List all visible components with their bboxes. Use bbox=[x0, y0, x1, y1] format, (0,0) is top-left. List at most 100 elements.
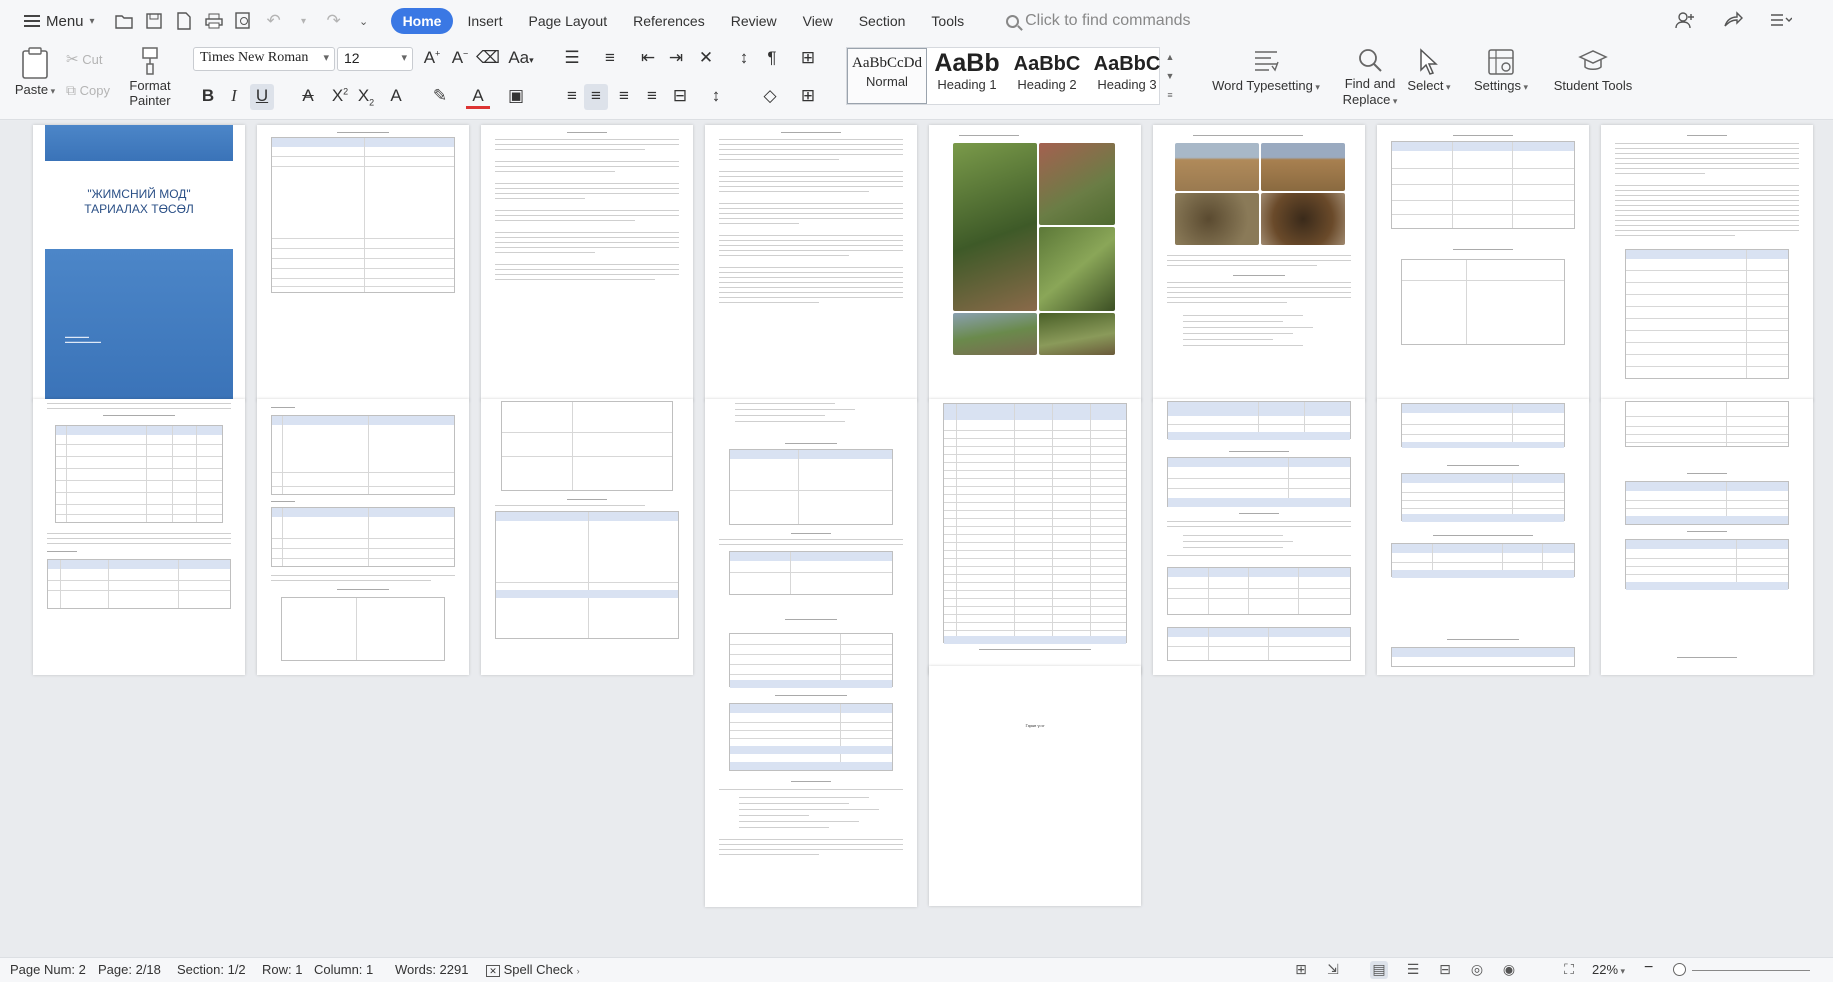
borders-icon[interactable]: ⊞ bbox=[796, 86, 820, 106]
print-preview-icon[interactable] bbox=[231, 8, 257, 34]
open-folder-icon[interactable] bbox=[111, 8, 137, 34]
outline-icon[interactable]: ⊞ bbox=[1292, 961, 1310, 979]
format-painter-button[interactable]: Format Painter bbox=[124, 46, 176, 108]
strikethrough-icon[interactable]: A bbox=[296, 86, 320, 106]
tab-references[interactable]: References bbox=[621, 8, 717, 34]
page-11[interactable] bbox=[481, 399, 693, 675]
numbering-icon[interactable]: ≡ bbox=[598, 48, 622, 68]
bullets-icon[interactable]: ☰ bbox=[560, 48, 584, 68]
page-14[interactable] bbox=[1153, 399, 1365, 675]
underline-icon[interactable]: U bbox=[250, 84, 274, 110]
page-5-photos[interactable] bbox=[929, 125, 1141, 401]
align-center-icon[interactable]: ≡ bbox=[584, 84, 608, 110]
word-typesetting-button[interactable]: Word Typesetting ▾ bbox=[1204, 48, 1328, 93]
eye-protection-icon[interactable]: ◉ bbox=[1500, 961, 1518, 979]
page-12[interactable] bbox=[705, 399, 917, 907]
font-color-icon[interactable]: A bbox=[466, 86, 490, 109]
character-border-icon[interactable]: ▣ bbox=[504, 86, 528, 106]
tab-home[interactable]: Home bbox=[390, 8, 454, 34]
clear-format-icon[interactable]: ⌫ bbox=[476, 48, 500, 68]
document-area[interactable]: "ЖИМСНИЙ МОД" ТАРИАЛАХ ТӨСӨЛ ▬▬▬▬▬▬ ▬▬▬▬▬… bbox=[0, 121, 1833, 957]
shrink-font-icon[interactable]: A− bbox=[448, 48, 472, 68]
export-pdf-icon[interactable] bbox=[171, 8, 197, 34]
add-user-icon[interactable] bbox=[1673, 8, 1697, 32]
command-search[interactable]: Click to find commands bbox=[1006, 12, 1190, 30]
page-7[interactable] bbox=[1377, 125, 1589, 401]
spell-check-status[interactable]: ✕ Spell Check › bbox=[486, 962, 580, 977]
web-view-icon[interactable]: ◎ bbox=[1468, 961, 1486, 979]
fit-page-icon[interactable]: ⛶ bbox=[1560, 961, 1578, 979]
justify-icon[interactable]: ≡ bbox=[640, 86, 664, 106]
align-left-icon[interactable]: ≡ bbox=[560, 86, 584, 106]
page-16[interactable] bbox=[1601, 399, 1813, 675]
word-count-status[interactable]: Words: 2291 bbox=[395, 962, 468, 977]
copy-button[interactable]: ⧉ Copy bbox=[66, 82, 110, 99]
superscript-icon[interactable]: X2 bbox=[328, 86, 352, 106]
tab-tools[interactable]: Tools bbox=[919, 8, 976, 34]
paragraph-settings-icon[interactable]: ⊞ bbox=[796, 48, 820, 68]
tab-review[interactable]: Review bbox=[719, 8, 789, 34]
font-name-select[interactable]: Times New Roman bbox=[193, 47, 335, 71]
page-9[interactable] bbox=[33, 399, 245, 675]
page-3[interactable] bbox=[481, 125, 693, 401]
page-4[interactable] bbox=[705, 125, 917, 401]
web-layout-icon[interactable]: ⇲ bbox=[1324, 961, 1342, 979]
decrease-indent-icon[interactable]: ⇤ bbox=[636, 48, 660, 68]
styles-scroll[interactable]: ▲ ▼ ≡ bbox=[1162, 47, 1178, 105]
align-right-icon[interactable]: ≡ bbox=[612, 86, 636, 106]
bold-icon[interactable]: B bbox=[196, 86, 220, 106]
page-15[interactable] bbox=[1377, 399, 1589, 675]
page-13[interactable] bbox=[929, 399, 1141, 675]
change-case-icon[interactable]: Aa▾ bbox=[506, 48, 536, 68]
settings-button[interactable]: Settings ▾ bbox=[1466, 48, 1536, 93]
page-6-photos[interactable] bbox=[1153, 125, 1365, 401]
find-replace-button[interactable]: Find and Replace ▾ bbox=[1338, 46, 1402, 109]
tab-view[interactable]: View bbox=[791, 8, 845, 34]
grow-font-icon[interactable]: A+ bbox=[420, 48, 444, 68]
italic-icon[interactable]: I bbox=[222, 86, 246, 106]
style-heading-2[interactable]: AaBbC Heading 2 bbox=[1007, 48, 1087, 104]
page-num-status[interactable]: Page Num: 2 bbox=[10, 962, 86, 977]
paste-button[interactable]: Paste ▾ bbox=[12, 46, 58, 97]
line-spacing-icon[interactable]: ↕ bbox=[704, 86, 728, 106]
redo-icon[interactable]: ↷ bbox=[321, 8, 347, 34]
style-heading-1[interactable]: AaBb Heading 1 bbox=[927, 48, 1007, 104]
main-menu-button[interactable]: Menu ▾ bbox=[18, 7, 101, 35]
page-8[interactable] bbox=[1601, 125, 1813, 401]
more-options-icon[interactable] bbox=[1769, 8, 1793, 32]
student-tools-button[interactable]: Student Tools bbox=[1546, 48, 1640, 93]
save-icon[interactable] bbox=[141, 8, 167, 34]
undo-icon[interactable]: ↶ bbox=[261, 8, 287, 34]
outline-view-icon[interactable]: ☰ bbox=[1404, 961, 1422, 979]
text-effect-icon[interactable]: A bbox=[384, 86, 408, 106]
expand-styles-icon[interactable]: ≡ bbox=[1167, 90, 1172, 100]
page-status[interactable]: Page: 2/18 bbox=[98, 962, 161, 977]
zoom-out-icon[interactable]: − bbox=[1644, 959, 1653, 977]
subscript-icon[interactable]: X2 bbox=[354, 86, 378, 107]
tab-insert[interactable]: Insert bbox=[455, 8, 514, 34]
highlight-icon[interactable]: ✎ bbox=[428, 86, 452, 106]
font-size-select[interactable]: 12 bbox=[337, 47, 413, 71]
sort-icon[interactable]: ↕ bbox=[732, 48, 756, 68]
zoom-level[interactable]: 22% ▾ bbox=[1592, 962, 1625, 977]
page-10[interactable] bbox=[257, 399, 469, 675]
show-marks-icon[interactable]: ¶ bbox=[760, 48, 784, 68]
page-1-cover[interactable]: "ЖИМСНИЙ МОД" ТАРИАЛАХ ТӨСӨЛ ▬▬▬▬▬▬ ▬▬▬▬▬… bbox=[33, 125, 245, 401]
undo-dropdown-icon[interactable]: ▾ bbox=[291, 8, 317, 34]
reading-mode-icon[interactable]: ⊟ bbox=[1436, 961, 1454, 979]
zoom-slider-handle[interactable] bbox=[1673, 963, 1686, 976]
tab-section[interactable]: Section bbox=[847, 8, 918, 34]
zoom-slider-track[interactable] bbox=[1692, 970, 1810, 971]
text-direction-icon[interactable]: ✕ bbox=[694, 48, 718, 68]
page-2[interactable] bbox=[257, 125, 469, 401]
print-icon[interactable] bbox=[201, 8, 227, 34]
increase-indent-icon[interactable]: ⇥ bbox=[664, 48, 688, 68]
cut-button[interactable]: ✂ Cut bbox=[66, 50, 102, 68]
select-button[interactable]: Select ▾ bbox=[1404, 48, 1454, 93]
style-heading-3[interactable]: AaBbC Heading 3 bbox=[1087, 48, 1167, 104]
chevron-down-icon[interactable]: ▼ bbox=[1166, 71, 1175, 81]
customize-toolbar-icon[interactable]: ⌄ bbox=[351, 8, 377, 34]
share-icon[interactable] bbox=[1721, 8, 1745, 32]
print-layout-icon[interactable]: ▤ bbox=[1370, 961, 1388, 979]
chevron-up-icon[interactable]: ▲ bbox=[1166, 52, 1175, 62]
